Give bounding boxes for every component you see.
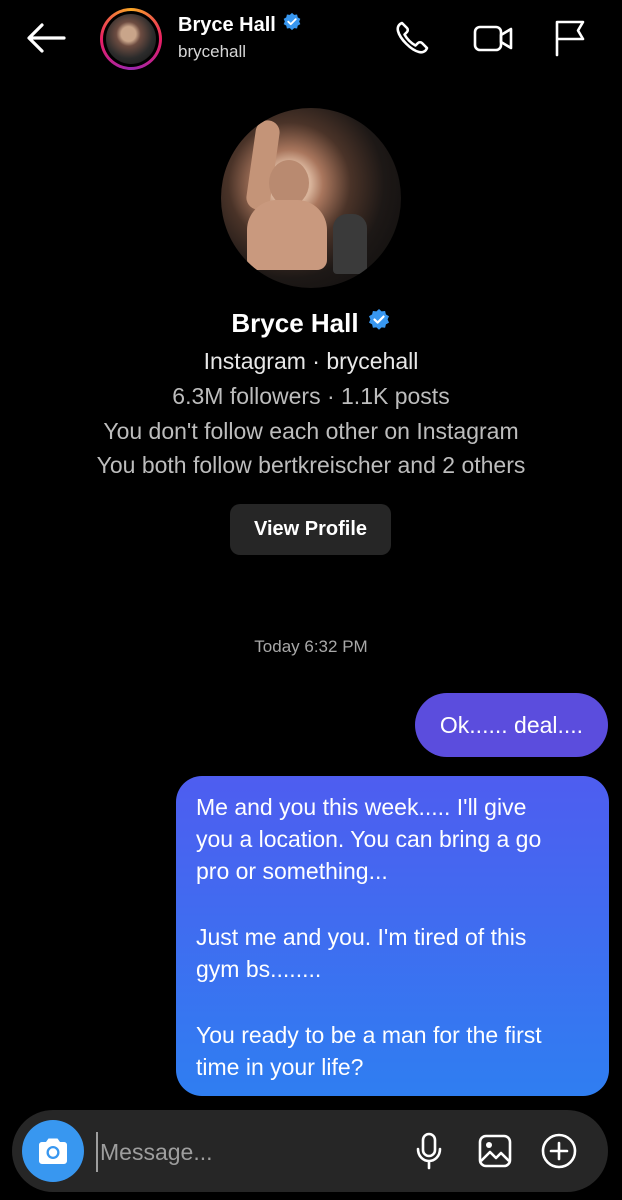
profile-mutual-followers: You both follow bertkreischer and 2 othe… <box>96 452 526 478</box>
avatar-image <box>106 14 156 64</box>
avatar[interactable] <box>100 8 162 70</box>
verified-badge-icon <box>282 12 302 38</box>
chat-header: Bryce Hall brycehall <box>0 0 622 80</box>
header-username: brycehall <box>178 42 247 61</box>
profile-stats: 6.3M followers · 1.1K posts <box>172 383 450 409</box>
message-input[interactable] <box>96 1132 386 1172</box>
message-text-line: You ready to be a man for the first <box>196 1022 542 1048</box>
message-bubble[interactable]: Ok...... deal.... <box>415 693 608 757</box>
verified-badge-icon <box>367 308 391 339</box>
message-text: Ok...... deal.... <box>439 712 584 738</box>
camera-button[interactable] <box>22 1120 84 1182</box>
header-name-text: Bryce Hall <box>178 13 276 36</box>
message-text-line: Me and you this week..... I'll give <box>196 794 527 820</box>
message-timestamp: Today 6:32 PM <box>254 637 368 656</box>
message-text-line: pro or something... <box>196 858 388 884</box>
back-arrow-icon[interactable] <box>24 20 68 56</box>
message-composer <box>12 1110 608 1192</box>
video-camera-icon[interactable] <box>472 18 513 58</box>
microphone-icon[interactable] <box>408 1130 450 1172</box>
camera-icon <box>39 1138 67 1164</box>
profile-name-text: Bryce Hall <box>231 308 359 338</box>
message-text-line: time in your life? <box>196 1054 364 1080</box>
flag-icon[interactable] <box>550 18 590 58</box>
header-name[interactable]: Bryce Hall <box>178 12 302 38</box>
phone-icon[interactable] <box>392 18 432 58</box>
profile-follow-status: You don't follow each other on Instagram <box>103 418 519 444</box>
view-profile-button[interactable]: View Profile <box>230 504 391 555</box>
profile-platform-username: Instagram · brycehall <box>203 348 419 374</box>
add-icon[interactable] <box>538 1130 580 1172</box>
profile-picture[interactable] <box>221 108 401 288</box>
message-bubble[interactable]: Me and you this week..... I'll give you … <box>176 776 609 1096</box>
message-text-line: you a location. You can bring a go <box>196 826 542 852</box>
profile-name: Bryce Hall <box>0 308 622 339</box>
message-text-line: gym bs........ <box>196 956 322 982</box>
message-text-line: Just me and you. I'm tired of this <box>196 924 527 950</box>
gallery-icon[interactable] <box>474 1130 516 1172</box>
